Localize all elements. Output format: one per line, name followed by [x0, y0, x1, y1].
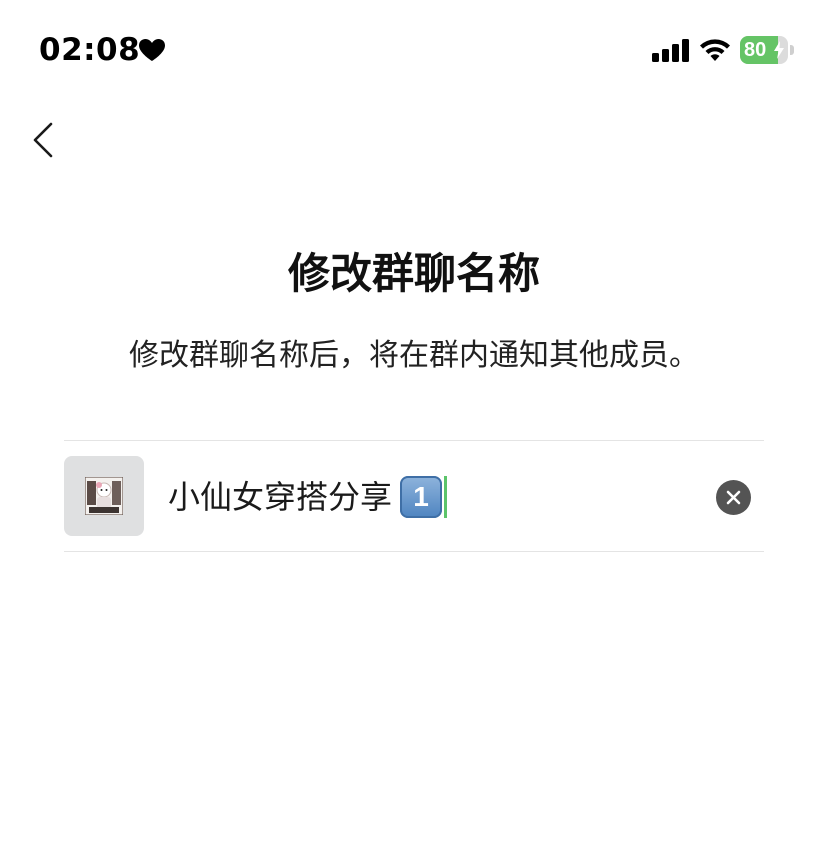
charging-bolt-icon — [774, 41, 784, 59]
heart-icon — [139, 39, 165, 61]
status-time: 02:08 — [39, 32, 141, 68]
group-name-value[interactable]: 小仙女穿搭分享 — [168, 472, 392, 522]
status-bar: 02:08 80 — [0, 0, 828, 100]
page-title: 修改群聊名称 — [287, 249, 540, 298]
keycap-digit: 1 — [413, 481, 429, 512]
clear-x-icon — [726, 490, 741, 505]
rename-group-screen: 02:08 80 修改群聊名称 修改群聊名称后，将在群内通知其他成员。 小仙女穿… — [0, 0, 828, 864]
clear-input-button[interactable] — [716, 480, 751, 515]
group-name-input[interactable]: 小仙女穿搭分享 1 — [168, 472, 688, 522]
page-subtitle: 修改群聊名称后，将在群内通知其他成员。 — [129, 338, 699, 373]
divider-bottom — [64, 551, 764, 552]
keycap-digit-one-emoji-icon: 1 — [400, 476, 443, 518]
back-button[interactable] — [24, 114, 68, 166]
group-avatar — [64, 456, 144, 536]
battery-icon: 80 — [740, 36, 796, 64]
group-photo-thumbnail — [85, 477, 123, 515]
chevron-left-icon — [33, 122, 53, 158]
battery-cap — [790, 45, 794, 55]
wifi-icon — [700, 39, 730, 61]
signal-icon — [652, 39, 689, 62]
battery-body: 80 — [740, 36, 788, 64]
text-cursor — [444, 476, 448, 518]
divider-top — [64, 440, 764, 441]
